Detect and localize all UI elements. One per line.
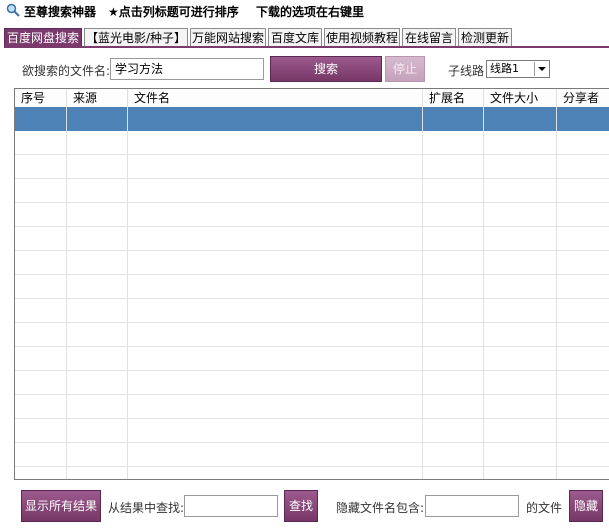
hide-filename-input[interactable] [425, 495, 519, 517]
table-row[interactable] [15, 323, 609, 347]
subline-label: 子线路 [448, 64, 485, 78]
column-divider [483, 89, 484, 479]
table-header: 序号 来源 文件名 扩展名 文件大小 分享者 [15, 89, 609, 108]
table-row[interactable] [15, 275, 609, 299]
tab-check-update[interactable]: 检测更新 [458, 28, 512, 46]
table-row[interactable] [15, 371, 609, 395]
table-row[interactable] [15, 419, 609, 443]
table-row[interactable] [15, 347, 609, 371]
subline-selected-value: 线路1 [490, 62, 519, 75]
table-row[interactable] [15, 155, 609, 179]
tab-baidu-pan-search[interactable]: 百度网盘搜索 [4, 28, 82, 47]
table-row[interactable] [15, 179, 609, 203]
download-hint: 下载的选项在右键里 [256, 5, 365, 19]
search-input[interactable]: 学习方法 [110, 58, 264, 80]
table-row[interactable] [15, 227, 609, 251]
column-header-extension[interactable]: 扩展名 [423, 89, 484, 107]
tab-bluray-movies[interactable]: 【蓝光电影/种子】 [84, 28, 188, 46]
tab-baidu-wenku[interactable]: 百度文库 [268, 28, 322, 46]
column-divider [556, 89, 557, 479]
find-in-results-input[interactable] [184, 495, 278, 517]
search-panel: 欲搜索的文件名: 学习方法 搜索 停止 子线路 线路1 [4, 48, 609, 88]
find-button[interactable]: 查找 [284, 490, 318, 522]
hide-button[interactable]: 隐藏 [569, 490, 603, 522]
table-row[interactable] [15, 443, 609, 467]
search-button[interactable]: 搜索 [270, 56, 382, 82]
column-header-source[interactable]: 来源 [67, 89, 128, 107]
stop-button[interactable]: 停止 [385, 56, 425, 82]
column-header-filesize[interactable]: 文件大小 [484, 89, 557, 107]
search-label: 欲搜索的文件名: [22, 64, 111, 78]
table-row[interactable] [15, 299, 609, 323]
show-all-results-button[interactable]: 显示所有结果 [21, 490, 101, 522]
table-row-selected[interactable] [15, 107, 609, 131]
column-divider [66, 89, 67, 479]
column-header-index[interactable]: 序号 [15, 89, 67, 107]
column-divider [127, 89, 128, 479]
hide-suffix-label: 的文件 [526, 501, 563, 515]
tab-universal-web-search[interactable]: 万能网站搜索 [190, 28, 266, 46]
column-header-sharer[interactable]: 分享者 [557, 89, 609, 107]
app-title: 至尊搜索神器 [24, 5, 97, 19]
results-table[interactable]: 序号 来源 文件名 扩展名 文件大小 分享者 [14, 88, 609, 480]
table-row[interactable] [15, 395, 609, 419]
sort-hint: ★点击列标题可进行排序 [108, 5, 239, 19]
title-bar: 至尊搜索神器 ★点击列标题可进行排序 下载的选项在右键里 [0, 0, 609, 22]
column-header-filename[interactable]: 文件名 [128, 89, 423, 107]
subline-select[interactable]: 线路1 [486, 60, 550, 78]
tab-online-message[interactable]: 在线留言 [402, 28, 456, 46]
column-divider [422, 89, 423, 479]
chevron-down-icon[interactable] [534, 62, 548, 76]
table-row[interactable] [15, 251, 609, 275]
find-in-results-label: 从结果中查找: [108, 501, 185, 515]
hide-filename-label: 隐藏文件名包含: [336, 501, 425, 515]
tab-video-tutorial[interactable]: 使用视频教程 [324, 28, 400, 46]
table-row[interactable] [15, 203, 609, 227]
table-row[interactable] [15, 131, 609, 155]
search-magnifier-icon [6, 3, 20, 17]
footer-bar: 显示所有结果 从结果中查找: 查找 隐藏文件名包含: 的文件 隐藏 [0, 482, 609, 529]
